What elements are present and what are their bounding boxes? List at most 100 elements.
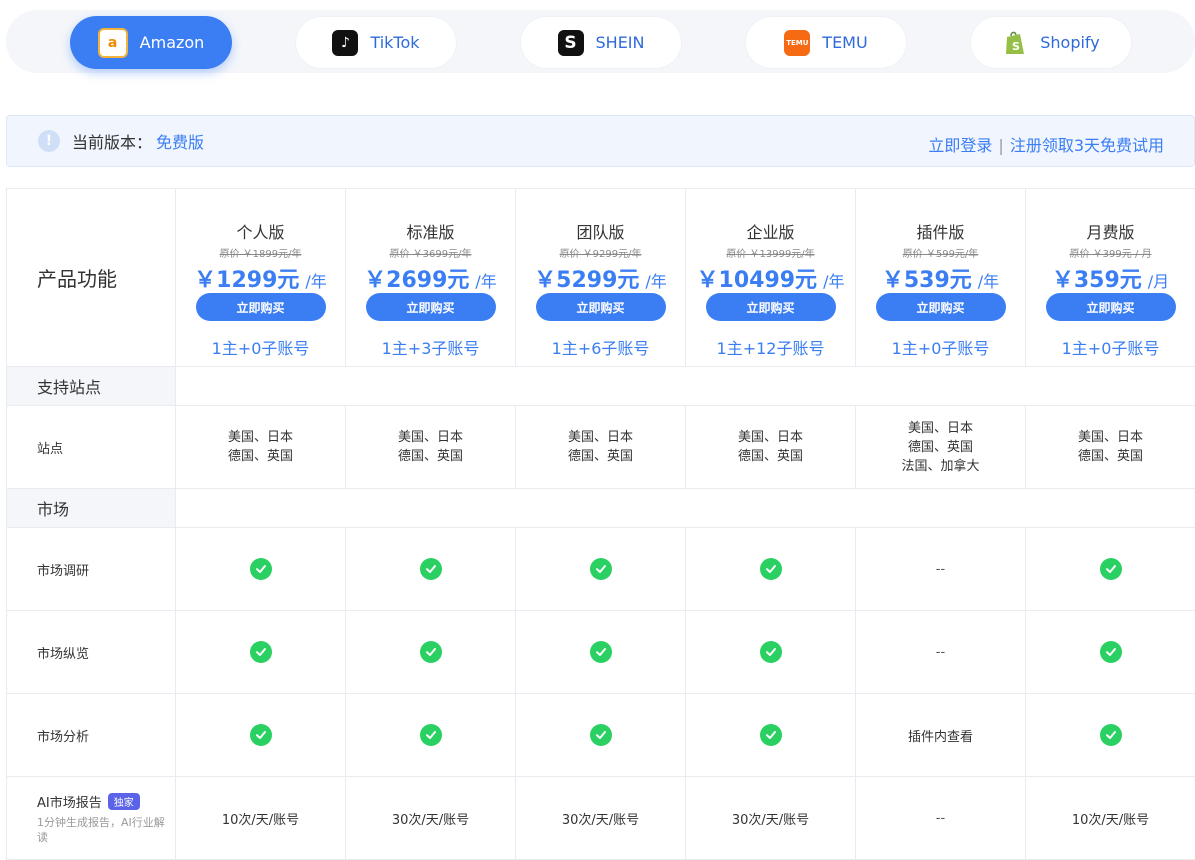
plan-price: ￥359元/月 [1051, 268, 1170, 293]
feature-cell [1026, 528, 1195, 610]
feature-cell: -- [856, 611, 1026, 693]
site-cell: 美国、日本 德国、英国 [176, 406, 346, 488]
plan-column: 标准版 原价 ￥3699元/年 ￥2699元/年 立即购买 1主+3子账号 [346, 189, 516, 366]
quota-cell: 10次/天/账号 [1071, 812, 1150, 828]
plan-name: 标准版 [406, 223, 455, 242]
header-label: 产品功能 [6, 189, 176, 366]
check-icon [249, 558, 272, 580]
feature-cell [176, 528, 346, 610]
tab-tiktok[interactable]: ♪ TikTok [295, 16, 457, 69]
feature-cell [516, 694, 686, 776]
section-fill [176, 367, 1195, 405]
plan-price: ￥10499元/年 [696, 268, 845, 293]
quota-cell: 10次/天/账号 [176, 777, 346, 859]
table-row-market-overview: 市场纵览 -- [6, 611, 1195, 694]
feature-cell [346, 528, 516, 610]
feature-cell: 插件内查看 [856, 694, 1026, 776]
site-cell: 美国、日本 德国、英国 [1077, 430, 1143, 464]
check-icon [249, 724, 272, 746]
check-icon [759, 641, 782, 663]
check-icon [1099, 641, 1122, 663]
tab-shopify[interactable]: S Shopify [970, 16, 1132, 69]
plan-original-price: 原价 ￥13999元/年 [726, 249, 815, 260]
feature-cell [176, 694, 346, 776]
plan-name: 企业版 [746, 223, 795, 242]
feature-cell [686, 611, 856, 693]
tab-temu[interactable]: TEMU TEMU [745, 16, 907, 69]
buy-button[interactable]: 立即购买 [365, 293, 496, 321]
exclusive-badge: 独家 [107, 792, 140, 810]
row-label: AI市场报告 独家 1分钟生成报告，AI行业解读 [6, 777, 176, 859]
info-icon: ! [38, 130, 60, 152]
check-icon [589, 724, 612, 746]
feature-cell [516, 611, 686, 693]
plan-name: 月费版 [1086, 223, 1135, 242]
version-value: 免费版 [156, 133, 205, 152]
tab-label: SHEIN [595, 33, 645, 52]
tab-label: TEMU [822, 33, 868, 52]
row-label: 市场调研 [6, 528, 176, 610]
buy-button[interactable]: 立即购买 [705, 293, 836, 321]
site-cell: 美国、日本 德国、英国 法国、加拿大 [856, 406, 1026, 488]
version-links: 立即登录 | 注册领取3天免费试用 [928, 132, 1164, 156]
check-icon [419, 724, 442, 746]
check-icon [759, 724, 782, 746]
site-cell: 美国、日本 德国、英国 [686, 406, 856, 488]
plan-column: 月费版 原价 ￥399元 / 月 ￥359元/月 立即购买 1主+0子账号 [1026, 189, 1195, 366]
buy-button[interactable]: 立即购买 [535, 293, 666, 321]
check-icon [419, 558, 442, 580]
check-icon [589, 558, 612, 580]
plan-original-price: 原价 ￥3699元/年 [389, 249, 472, 260]
plan-original-price: 原价 ￥399元 / 月 [1069, 249, 1152, 260]
row-label: 市场分析 [6, 694, 176, 776]
check-icon [419, 641, 442, 663]
plan-accounts: 1主+0子账号 [211, 339, 310, 358]
section-row-market: 市场 [6, 489, 1195, 528]
tab-label: Amazon [139, 33, 205, 52]
plan-accounts: 1主+12子账号 [716, 339, 825, 358]
section-fill [176, 489, 1195, 527]
buy-button[interactable]: 立即购买 [875, 293, 1006, 321]
quota-cell: 30次/天/账号 [346, 777, 516, 859]
plan-original-price: 原价 ￥9299元/年 [559, 249, 642, 260]
trial-link[interactable]: 注册领取3天免费试用 [1010, 136, 1164, 155]
check-icon [589, 641, 612, 663]
plans-header-row: 产品功能 个人版 原价 ￥1899元/年 ￥1299元/年 立即购买 1主+0子… [6, 189, 1195, 367]
site-cell: 美国、日本 德国、英国 [516, 406, 686, 488]
site-cell: 美国、日本 德国、英国 [346, 406, 516, 488]
quota-cell: 30次/天/账号 [516, 777, 686, 859]
tab-amazon[interactable]: a Amazon [70, 16, 232, 69]
buy-button[interactable]: 立即购买 [195, 293, 326, 321]
svg-text:S: S [1012, 40, 1020, 53]
plan-accounts: 1主+3子账号 [381, 339, 480, 358]
version-label: 当前版本： [72, 133, 153, 152]
feature-cell [516, 528, 686, 610]
section-title: 支持站点 [6, 367, 176, 405]
section-title: 市场 [6, 489, 176, 527]
table-row-site: 站点 美国、日本 德国、英国 美国、日本 德国、英国 美国、日本 德国、英国 美国、日… [6, 406, 1195, 489]
quota-cell: -- [856, 777, 1026, 859]
feature-cell [1026, 611, 1195, 693]
platform-tabs: a Amazon ♪ TikTok S SHEIN TEMU TEMU S Sh… [6, 10, 1195, 73]
table-row-ai-report: AI市场报告 独家 1分钟生成报告，AI行业解读 10次/天/账号 30次/天/账… [6, 777, 1195, 860]
shein-logo-icon: S [557, 29, 584, 56]
buy-button[interactable]: 立即购买 [1045, 293, 1176, 321]
link-separator: | [998, 136, 1004, 155]
plan-price: ￥1299元/年 [194, 268, 327, 293]
row-label: 站点 [6, 406, 176, 488]
tiktok-logo-icon: ♪ [332, 29, 359, 56]
plan-original-price: 原价 ￥1899元/年 [219, 249, 302, 260]
tab-label: TikTok [370, 33, 420, 52]
amazon-logo-icon: a [97, 27, 128, 58]
tab-label: Shopify [1040, 33, 1100, 52]
login-link[interactable]: 立即登录 [928, 136, 992, 155]
plan-accounts: 1主+0子账号 [891, 339, 990, 358]
plan-accounts: 1主+6子账号 [551, 339, 650, 358]
table-row-market-analysis: 市场分析 插件内查看 [6, 694, 1195, 777]
plan-column: 企业版 原价 ￥13999元/年 ￥10499元/年 立即购买 1主+12子账号 [686, 189, 856, 366]
check-icon [249, 641, 272, 663]
plan-original-price: 原价 ￥599元/年 [902, 249, 979, 260]
tab-shein[interactable]: S SHEIN [520, 16, 682, 69]
feature-cell [346, 694, 516, 776]
table-row-market-research: 市场调研 -- [6, 528, 1195, 611]
